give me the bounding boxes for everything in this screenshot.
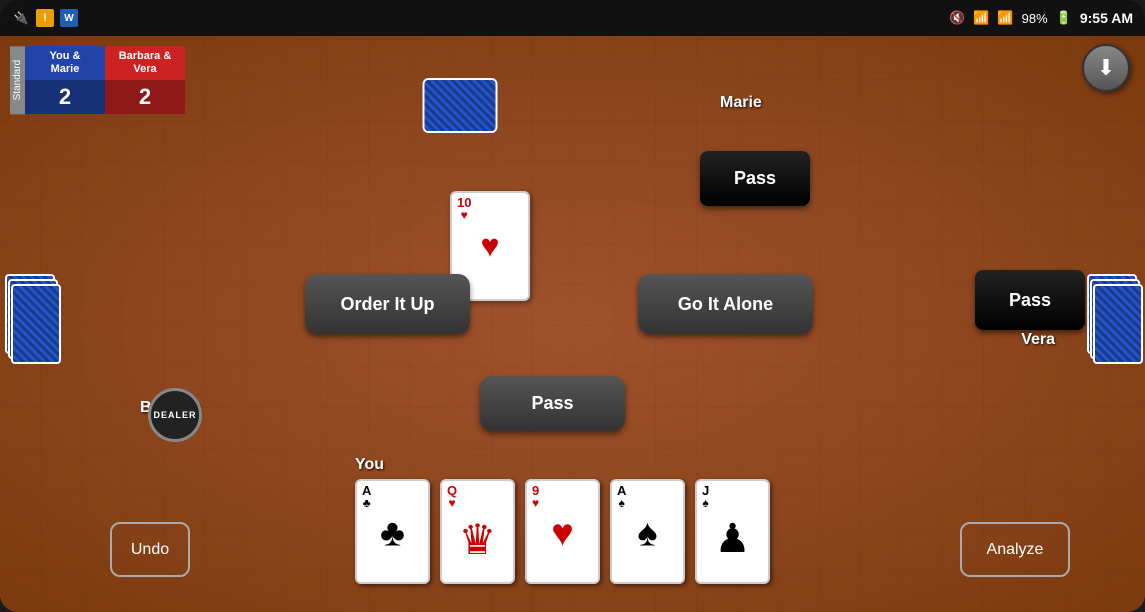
status-left-icons: 🔌 ! W [12,9,78,27]
mute-icon: 🔇 [949,10,965,26]
vera-card-3 [1093,284,1143,364]
pass-button-vera[interactable]: Pass [975,270,1085,330]
word-icon: W [60,9,78,27]
deck-top [423,78,498,133]
hand-card-4[interactable]: J ♠ ♟ [695,479,770,584]
dealer-badge: DEALER [148,388,202,442]
team2-score: Barbara & Vera 2 [105,46,185,114]
undo-button[interactable]: Undo [110,522,190,577]
hand-card-2[interactable]: 9 ♥ ♥ [525,479,600,584]
usb-icon: 🔌 [12,9,30,27]
battery-icon: 🔋 [1056,10,1072,26]
go-it-alone-button[interactable]: Go It Alone [638,274,813,334]
pass-button-center[interactable]: Pass [480,376,625,431]
score-label: Standard [10,46,25,114]
analyze-button[interactable]: Analyze [960,522,1070,577]
warning-icon: ! [36,9,54,27]
player-marie-name: Marie [720,94,865,112]
hand-card-0[interactable]: A ♣ ♣ [355,479,430,584]
signal-icon: 📶 [997,10,1013,26]
team1-score: You & Marie 2 [25,46,105,114]
status-time: 9:55 AM [1080,10,1133,26]
player-you-name: You [355,456,384,474]
game-area: Standard You & Marie 2 Barbara & Vera 2 … [0,36,1145,612]
status-right-icons: 🔇 📶 📶 98% 🔋 9:55 AM [949,10,1133,26]
barbara-card-3 [11,284,61,364]
team2-name: Barbara & Vera [113,46,178,80]
player-vera-name: Vera [1021,331,1055,349]
hand-card-3[interactable]: A ♠ ♠ [610,479,685,584]
score-teams: You & Marie 2 Barbara & Vera 2 [25,46,185,114]
team1-value: 2 [25,80,105,114]
score-panel: Standard You & Marie 2 Barbara & Vera 2 [10,46,185,114]
vera-hand [1085,264,1145,384]
settings-arrow-icon: ⬇ [1097,55,1115,81]
pass-button-marie[interactable]: Pass [700,151,810,206]
barbara-hand [0,264,60,384]
trump-suit-center: ♥ [481,228,500,265]
status-bar: 🔌 ! W 🔇 📶 📶 98% 🔋 9:55 AM [0,0,1145,36]
team2-value: 2 [105,80,185,114]
settings-button[interactable]: ⬇ [1082,44,1130,92]
wifi-icon: 📶 [973,10,989,26]
dealer-label: DEALER [153,410,196,420]
trump-suit-corner: ♥ [461,209,468,221]
order-it-up-button[interactable]: Order It Up [305,274,470,334]
battery-percent: 98% [1022,11,1048,26]
hand-card-1[interactable]: Q ♥ ♛ [440,479,515,584]
phone-frame: 🔌 ! W 🔇 📶 📶 98% 🔋 9:55 AM Standard You &… [0,0,1145,612]
card-back-deck [423,78,498,133]
team1-name: You & Marie [44,46,87,80]
